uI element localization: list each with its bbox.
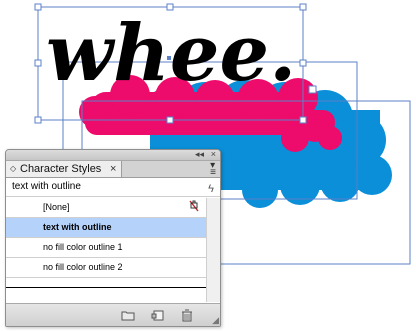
current-style-label: text with outline (12, 181, 81, 192)
tab-collapse-icon[interactable]: ◇ (10, 161, 16, 177)
new-style-icon[interactable] (151, 309, 165, 322)
list-item-text-with-outline[interactable]: text with outline (6, 218, 206, 238)
tab-character-styles[interactable]: ◇ Character Styles × (6, 161, 122, 177)
panel-tab-row: ◇ Character Styles × ▾ ≡ (6, 161, 220, 178)
scrollbar[interactable] (206, 198, 220, 302)
list-item-label: no fill color outline 1 (43, 242, 123, 252)
character-styles-panel: ◂◂ × ◇ Character Styles × ▾ ≡ text with o… (5, 149, 221, 327)
folder-icon[interactable] (121, 309, 135, 322)
tab-title: Character Styles (20, 163, 102, 175)
current-style-bar: text with outline ϟ (6, 178, 220, 197)
quick-apply-icon[interactable]: ϟ (208, 180, 214, 198)
list-item-no-fill-2[interactable]: no fill color outline 2 (6, 258, 206, 278)
resize-grip-icon[interactable]: ◢ (212, 315, 219, 326)
list-item-label: no fill color outline 2 (43, 262, 123, 272)
panel-footer: ◢ (6, 303, 220, 326)
in-port-handle[interactable] (308, 85, 317, 94)
frame-anchor (167, 56, 171, 60)
list-item-label: [None] (43, 202, 70, 212)
lock-icon (189, 200, 199, 212)
trash-icon[interactable] (180, 309, 194, 322)
style-list: [None] text with outline no fill color o… (6, 198, 220, 301)
list-item-none[interactable]: [None] (6, 198, 206, 218)
close-panel-icon[interactable]: × (211, 150, 216, 159)
list-item-label: text with outline (43, 222, 112, 232)
panel-titlebar[interactable]: ◂◂ × (6, 150, 220, 161)
main-text: whee. (46, 8, 296, 99)
collapse-icon[interactable]: ◂◂ (195, 150, 204, 160)
list-divider (6, 287, 206, 288)
list-item-no-fill-1[interactable]: no fill color outline 1 (6, 238, 206, 258)
tab-close-icon[interactable]: × (110, 161, 116, 177)
panel-menu-icon[interactable]: ▾ ≡ (210, 161, 216, 178)
